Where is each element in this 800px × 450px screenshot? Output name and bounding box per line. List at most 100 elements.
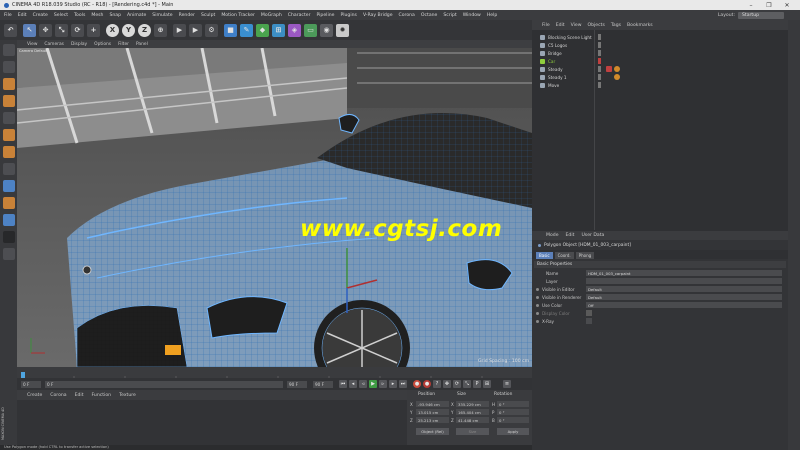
live-selection-icon[interactable]: ↖: [23, 23, 36, 37]
rotation-h-field[interactable]: 0 °: [497, 401, 529, 407]
rotate-icon[interactable]: ⟳: [71, 23, 84, 37]
position-z-field[interactable]: 25.213 cm: [416, 417, 449, 423]
visibility-toggle[interactable]: [598, 34, 601, 40]
timeline-ruler[interactable]: [17, 367, 532, 382]
render-view-icon[interactable]: ▶: [173, 23, 186, 37]
texture-mode-icon[interactable]: [2, 78, 15, 90]
3d-viewport[interactable]: [17, 48, 532, 367]
camera-icon[interactable]: ◉: [320, 23, 333, 37]
material-manager-area[interactable]: [17, 400, 407, 445]
material-menu-create[interactable]: Create: [27, 393, 42, 398]
menu-file[interactable]: File: [4, 13, 12, 18]
visibility-toggle[interactable]: [598, 74, 601, 80]
end-frame-field[interactable]: 90 F: [287, 380, 307, 388]
layer-field[interactable]: [586, 278, 782, 284]
animate-dot-icon[interactable]: [536, 320, 539, 323]
menu-mesh[interactable]: Mesh: [91, 13, 103, 18]
pen-icon[interactable]: ✎: [240, 23, 253, 37]
keyframe-selection-icon[interactable]: ?: [433, 380, 441, 388]
animate-dot-icon[interactable]: [536, 296, 539, 299]
attribute-menu-mode[interactable]: Mode: [546, 233, 559, 238]
next-key-icon[interactable]: ▸: [389, 380, 397, 388]
edges-mode-icon[interactable]: [2, 129, 15, 141]
object-menu-edit[interactable]: Edit: [556, 23, 565, 28]
visibility-toggle[interactable]: [598, 50, 601, 56]
menu-octane[interactable]: Octane: [421, 13, 438, 18]
coordinate-system-icon[interactable]: ⊕: [154, 23, 167, 37]
move-icon[interactable]: ✥: [39, 23, 52, 37]
object-menu-objects[interactable]: Objects: [588, 23, 605, 28]
material-menu-function[interactable]: Function: [92, 393, 112, 398]
object-row[interactable]: Car: [532, 57, 788, 65]
object-row[interactable]: Blocking Scene Light: [532, 33, 788, 41]
lock-workplane-icon[interactable]: [2, 231, 15, 243]
position-y-field[interactable]: 13.015 cm: [416, 409, 449, 415]
menu-window[interactable]: Window: [463, 13, 481, 18]
visible-in-editor-select[interactable]: Default: [586, 286, 782, 292]
polygons-mode-icon[interactable]: [2, 146, 15, 158]
attribute-menu-edit[interactable]: Edit: [566, 233, 575, 238]
visibility-toggle[interactable]: [598, 66, 601, 72]
render-picture-viewer-icon[interactable]: ▶: [189, 23, 202, 37]
minimize-button[interactable]: –: [744, 0, 758, 10]
visibility-toggle[interactable]: [598, 58, 601, 64]
menu-simulate[interactable]: Simulate: [152, 13, 172, 18]
size-mode-select[interactable]: Size: [456, 428, 489, 435]
visibility-toggle[interactable]: [598, 82, 601, 88]
start-frame-field[interactable]: 0 F: [21, 380, 41, 388]
visible-in-renderer-select[interactable]: Default: [586, 294, 782, 300]
menu-character[interactable]: Character: [288, 13, 311, 18]
go-to-end-icon[interactable]: ⏭: [399, 380, 407, 388]
tag-icon[interactable]: [606, 66, 612, 72]
display-color-swatch[interactable]: [586, 310, 592, 316]
menu-vray-bridge[interactable]: V-Ray Bridge: [363, 13, 393, 18]
viewport-menu-cameras[interactable]: Cameras: [44, 42, 64, 47]
menu-render[interactable]: Render: [179, 13, 195, 18]
make-editable-icon[interactable]: [2, 44, 15, 56]
tab-phong[interactable]: Phong: [575, 251, 595, 259]
workplane-icon[interactable]: [2, 214, 15, 226]
go-to-start-icon[interactable]: ⏮: [339, 380, 347, 388]
floor-icon[interactable]: ▭: [304, 23, 317, 37]
size-y-field[interactable]: 165.404 cm: [456, 409, 489, 415]
viewport-menu-filter[interactable]: Filter: [118, 42, 129, 47]
animate-dot-icon[interactable]: [536, 312, 539, 315]
menu-pipeline[interactable]: Pipeline: [316, 13, 334, 18]
rotation-p-field[interactable]: 0 °: [497, 409, 529, 415]
tab-basic[interactable]: Basic: [536, 251, 553, 259]
points-mode-icon[interactable]: [2, 112, 15, 124]
play-icon[interactable]: ▶: [369, 380, 377, 388]
position-key-icon[interactable]: ✥: [443, 380, 451, 388]
next-frame-icon[interactable]: ▹: [379, 380, 387, 388]
render-settings-icon[interactable]: ⚙: [205, 23, 218, 37]
param-key-icon[interactable]: P: [473, 380, 481, 388]
target-tag-icon[interactable]: [614, 74, 620, 80]
workplane-mode-icon[interactable]: [2, 95, 15, 107]
position-x-field[interactable]: -93.946 cm: [416, 401, 449, 407]
menu-animate[interactable]: Animate: [127, 13, 146, 18]
right-side-tabs[interactable]: [788, 20, 800, 450]
close-button[interactable]: ✕: [780, 0, 794, 10]
light-icon[interactable]: ✹: [336, 23, 349, 37]
viewport-menu-display[interactable]: Display: [71, 42, 87, 47]
coordinate-mode-select[interactable]: Object (Rel): [416, 428, 449, 435]
snapping-icon[interactable]: [2, 197, 15, 209]
object-row[interactable]: Steady: [532, 65, 788, 73]
rotation-key-icon[interactable]: ⟳: [453, 380, 461, 388]
menu-edit[interactable]: Edit: [18, 13, 27, 18]
xray-checkbox[interactable]: [586, 318, 592, 324]
rotation-b-field[interactable]: 0 °: [497, 417, 529, 423]
visibility-toggle[interactable]: [598, 42, 601, 48]
model-mode-icon[interactable]: [2, 61, 15, 73]
layout-select[interactable]: Startup: [738, 11, 784, 19]
scale-key-icon[interactable]: ⤡: [463, 380, 471, 388]
recent-tools-icon[interactable]: +: [87, 23, 100, 37]
autokey-icon[interactable]: ●: [423, 380, 431, 388]
object-menu-file[interactable]: File: [542, 23, 550, 28]
menu-create[interactable]: Create: [33, 13, 48, 18]
object-menu-tags[interactable]: Tags: [611, 23, 621, 28]
max-frame-field[interactable]: 90 F: [313, 380, 333, 388]
current-frame-field[interactable]: 0 F: [45, 380, 283, 388]
name-field[interactable]: HDM_01_003_carpaint: [586, 270, 782, 276]
menu-plugins[interactable]: Plugins: [340, 13, 356, 18]
